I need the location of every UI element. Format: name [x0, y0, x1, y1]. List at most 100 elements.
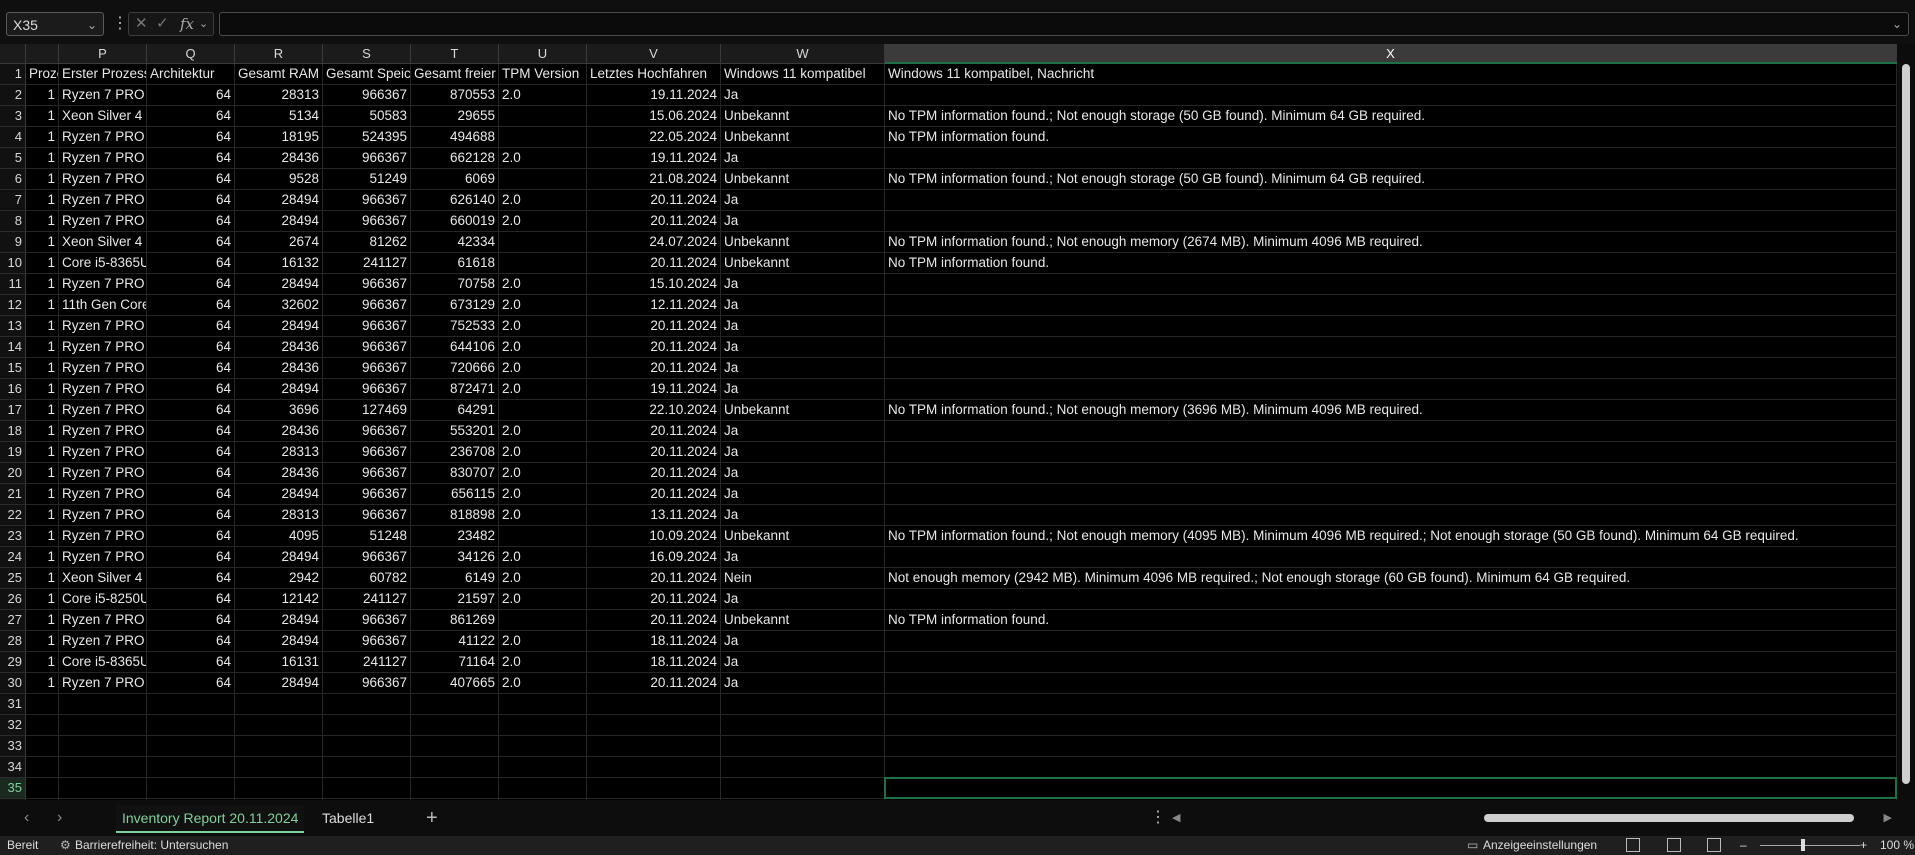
scroll-left-icon[interactable]: ◀ — [1172, 800, 1180, 836]
table-cell[interactable]: Ryzen 7 PRO — [59, 127, 147, 148]
table-cell[interactable]: Xeon Silver 4 — [59, 232, 147, 253]
row-header[interactable]: 22 — [0, 505, 26, 526]
table-cell[interactable]: Ryzen 7 PRO — [59, 379, 147, 400]
table-cell[interactable]: 64 — [147, 463, 235, 484]
table-cell[interactable]: 966367 — [323, 484, 411, 505]
table-cell[interactable]: 64 — [147, 421, 235, 442]
empty-cell[interactable] — [587, 715, 721, 736]
empty-cell[interactable] — [26, 757, 59, 778]
page-break-view-icon[interactable] — [1707, 838, 1721, 852]
table-cell[interactable]: 28494 — [235, 379, 323, 400]
table-cell[interactable]: 2.0 — [499, 316, 587, 337]
selected-cell[interactable] — [884, 777, 1897, 799]
table-cell[interactable] — [885, 85, 1897, 106]
empty-cell[interactable] — [499, 736, 587, 757]
table-cell[interactable]: 5134 — [235, 106, 323, 127]
header-cell[interactable]: Gesamt Speicher — [323, 64, 411, 85]
table-cell[interactable] — [885, 379, 1897, 400]
table-cell[interactable]: 10.09.2024 — [587, 526, 721, 547]
table-cell[interactable]: 6149 — [411, 568, 499, 589]
table-cell[interactable]: 64 — [147, 358, 235, 379]
table-cell[interactable]: Ja — [721, 463, 885, 484]
table-cell[interactable]: 64 — [147, 568, 235, 589]
table-cell[interactable]: Ryzen 7 PRO — [59, 631, 147, 652]
table-cell[interactable] — [885, 211, 1897, 232]
row-header[interactable]: 11 — [0, 274, 26, 295]
table-cell[interactable]: 28494 — [235, 190, 323, 211]
table-cell[interactable]: 1 — [26, 274, 59, 295]
table-cell[interactable]: Ja — [721, 85, 885, 106]
table-cell[interactable]: 2.0 — [499, 631, 587, 652]
zoom-slider-knob[interactable] — [1801, 839, 1805, 851]
table-cell[interactable]: 64291 — [411, 400, 499, 421]
table-cell[interactable]: 1 — [26, 484, 59, 505]
display-settings-icon[interactable]: ▭ — [1467, 836, 1478, 855]
table-cell[interactable]: 64 — [147, 442, 235, 463]
table-cell[interactable]: 28313 — [235, 505, 323, 526]
table-cell[interactable] — [499, 253, 587, 274]
table-cell[interactable]: 818898 — [411, 505, 499, 526]
display-settings[interactable]: Anzeigeeinstellungen — [1483, 836, 1597, 855]
empty-cell[interactable] — [235, 757, 323, 778]
empty-cell[interactable] — [411, 757, 499, 778]
table-cell[interactable]: 71164 — [411, 652, 499, 673]
zoom-out-button[interactable]: – — [1740, 836, 1747, 855]
name-box[interactable]: X35 ⌄ — [6, 12, 104, 36]
page-layout-view-icon[interactable] — [1667, 838, 1681, 852]
empty-cell[interactable] — [499, 715, 587, 736]
table-cell[interactable] — [885, 442, 1897, 463]
table-cell[interactable]: 19.11.2024 — [587, 148, 721, 169]
table-cell[interactable]: Unbekannt — [721, 610, 885, 631]
row-header[interactable]: 20 — [0, 463, 26, 484]
table-cell[interactable]: 2.0 — [499, 589, 587, 610]
table-cell[interactable]: 1 — [26, 253, 59, 274]
empty-cell[interactable] — [323, 757, 411, 778]
table-cell[interactable]: 64 — [147, 547, 235, 568]
table-cell[interactable]: Ryzen 7 PRO — [59, 442, 147, 463]
table-cell[interactable]: Xeon Silver 4 — [59, 568, 147, 589]
table-cell[interactable]: 41122 — [411, 631, 499, 652]
table-cell[interactable]: 64 — [147, 400, 235, 421]
table-cell[interactable]: 524395 — [323, 127, 411, 148]
zoom-in-button[interactable]: + — [1860, 836, 1867, 855]
table-cell[interactable]: 2.0 — [499, 379, 587, 400]
table-cell[interactable]: 2.0 — [499, 295, 587, 316]
table-cell[interactable] — [885, 274, 1897, 295]
row-header[interactable]: 13 — [0, 316, 26, 337]
table-cell[interactable]: 830707 — [411, 463, 499, 484]
table-cell[interactable]: 64 — [147, 673, 235, 694]
table-cell[interactable]: Ja — [721, 274, 885, 295]
table-cell[interactable]: 64 — [147, 85, 235, 106]
empty-cell[interactable] — [721, 694, 885, 715]
row-header[interactable]: 33 — [0, 736, 26, 757]
row-header[interactable]: 1 — [0, 64, 26, 85]
table-cell[interactable]: 752533 — [411, 316, 499, 337]
table-cell[interactable]: 966367 — [323, 421, 411, 442]
table-cell[interactable]: Ja — [721, 190, 885, 211]
table-cell[interactable]: 1 — [26, 148, 59, 169]
table-cell[interactable]: 1 — [26, 106, 59, 127]
table-cell[interactable]: Xeon Silver 4 — [59, 106, 147, 127]
table-cell[interactable]: Ryzen 7 PRO — [59, 316, 147, 337]
header-cell[interactable]: Letztes Hochfahren — [587, 64, 721, 85]
table-cell[interactable]: Ryzen 7 PRO — [59, 547, 147, 568]
table-cell[interactable]: 28436 — [235, 337, 323, 358]
table-cell[interactable]: 20.11.2024 — [587, 442, 721, 463]
column-header-p[interactable]: P — [59, 44, 147, 64]
table-cell[interactable]: 18.11.2024 — [587, 631, 721, 652]
table-cell[interactable]: Ryzen 7 PRO — [59, 673, 147, 694]
table-cell[interactable]: 60782 — [323, 568, 411, 589]
table-cell[interactable]: 16131 — [235, 652, 323, 673]
table-cell[interactable] — [499, 127, 587, 148]
table-cell[interactable]: 2.0 — [499, 463, 587, 484]
table-cell[interactable]: 64 — [147, 652, 235, 673]
table-cell[interactable] — [499, 106, 587, 127]
table-cell[interactable]: 3696 — [235, 400, 323, 421]
table-cell[interactable]: 64 — [147, 148, 235, 169]
horizontal-scrollbar[interactable]: ◀ ▶ — [1172, 812, 1892, 824]
header-cell[interactable]: Architektur — [147, 64, 235, 85]
table-cell[interactable]: 20.11.2024 — [587, 673, 721, 694]
table-cell[interactable]: 127469 — [323, 400, 411, 421]
table-cell[interactable] — [885, 589, 1897, 610]
table-cell[interactable]: 16.09.2024 — [587, 547, 721, 568]
